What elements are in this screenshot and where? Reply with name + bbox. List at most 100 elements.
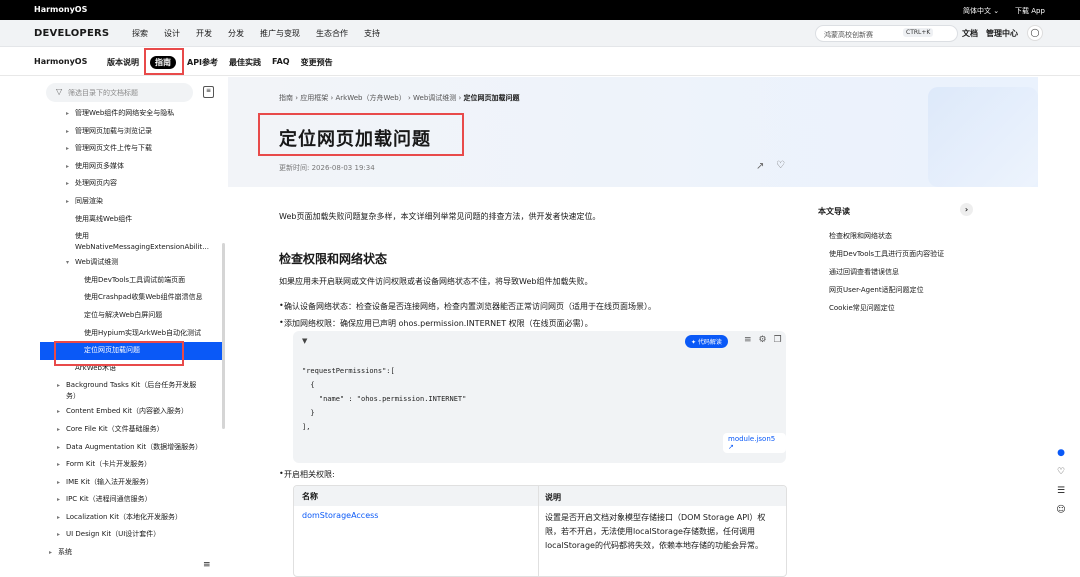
sidebar-item[interactable]: 使用DevTools工具调试前端页面	[40, 272, 225, 290]
sidebar-item[interactable]: 定位与解决Web白屏问题	[40, 307, 225, 325]
sidebar-item[interactable]: ▸ 管理Web组件的网络安全与隐私	[40, 105, 225, 123]
favorite-heart-icon[interactable]: ♡	[776, 160, 785, 171]
toc-item[interactable]: 通过回调查看错误信息	[818, 267, 978, 277]
toc-item[interactable]: 检查权限和网络状态	[818, 231, 978, 241]
language-selector[interactable]: 简体中文 ⌄	[963, 6, 999, 16]
tab-best-practices[interactable]: 最佳实践	[229, 57, 261, 70]
sidebar-item[interactable]: ▸ 管理网页文件上传与下载	[40, 140, 225, 158]
harmonyos-brand[interactable]: HarmonyOS	[34, 5, 87, 14]
breadcrumb-item[interactable]: Web调试维测	[413, 94, 456, 102]
search-input[interactable]: 鸿蒙高校创新赛 CTRL+K	[815, 25, 958, 42]
sidebar-collapse-icon[interactable]: ≡	[203, 86, 214, 98]
sidebar-item[interactable]: ▸ 处理网页内容	[40, 175, 225, 193]
layers-icon[interactable]: ☰	[1050, 482, 1072, 501]
tab-release-notes[interactable]: 版本说明	[107, 57, 139, 70]
chevron-right-icon[interactable]: ▸	[66, 105, 69, 123]
wrap-icon[interactable]: ≡	[744, 335, 759, 345]
sidebar-item[interactable]: 使用Crashpad收集Web组件崩溃信息	[40, 289, 225, 307]
smiley-icon[interactable]: ☺	[1050, 501, 1072, 520]
chevron-right-icon[interactable]: ▸	[57, 421, 60, 439]
share-icon[interactable]: ↗	[756, 161, 764, 172]
toc-item[interactable]: 使用DevTools工具进行页面内容验证	[818, 249, 978, 259]
sidebar-item-label: 使用网页多媒体	[75, 161, 124, 170]
chevron-right-icon[interactable]: ▸	[57, 491, 60, 509]
sidebar-item[interactable]: ▸ IPC Kit（进程间通信服务）	[40, 491, 225, 509]
sidebar-item[interactable]: ▸ Background Tasks Kit（后台任务开发服 务）	[40, 377, 225, 403]
tab-faq[interactable]: FAQ	[272, 57, 290, 70]
sidebar-item[interactable]: 使用离线Web组件	[40, 211, 225, 229]
breadcrumb-item[interactable]: 应用框架	[300, 94, 328, 102]
chevron-down-icon[interactable]: ▾	[66, 254, 69, 272]
chevron-right-icon[interactable]: ▸	[57, 439, 60, 457]
sidebar-item[interactable]: 使用Hypium实现ArkWeb自动化测试	[40, 325, 225, 343]
collapse-caret-icon[interactable]: ▼	[302, 337, 307, 345]
sidebar-filter-input[interactable]: ▽ 筛选目录下的文档标题	[46, 83, 193, 102]
docs-link[interactable]: 文档	[962, 28, 978, 39]
sidebar-item[interactable]: ▸ 管理网页加载与浏览记录	[40, 123, 225, 141]
code-file-link[interactable]: module.json5 ↗	[723, 433, 786, 453]
sidebar-item[interactable]: ▸ 同层渲染	[40, 193, 225, 211]
harmonyos-sub-logo[interactable]: HarmonyOS	[34, 57, 87, 66]
sidebar-item[interactable]: ▸ 使用网页多媒体	[40, 158, 225, 176]
feedback-icon[interactable]: ♡	[1050, 463, 1072, 482]
toc-expand-icon[interactable]: ›	[960, 203, 973, 216]
tab-change-notice[interactable]: 变更预告	[301, 57, 333, 70]
table-cell-name[interactable]: domStorageAccess	[302, 511, 378, 520]
section-heading: 检查权限和网络状态	[279, 252, 388, 266]
chevron-right-icon[interactable]: ▸	[66, 123, 69, 141]
copy-icon[interactable]: ❐	[774, 335, 789, 345]
header-menu: 探索 设计 开发 分发 推广与变现 生态合作 支持	[132, 28, 380, 39]
toc-item[interactable]: Cookie常见问题定位	[818, 303, 978, 313]
sidebar-item[interactable]: ▸ Core File Kit（文件基础服务）	[40, 421, 225, 439]
menu-ecosystem[interactable]: 生态合作	[316, 28, 348, 39]
sidebar-item[interactable]: ▸ Content Embed Kit（内容嵌入服务）	[40, 403, 225, 421]
chevron-right-icon[interactable]: ▸	[57, 403, 60, 421]
top-bar: HarmonyOS 简体中文 ⌄ 下载 App	[0, 0, 1080, 20]
sidebar-item-label: Data Augmentation Kit（数据增强服务）	[66, 442, 203, 451]
breadcrumb-item[interactable]: ArkWeb（方舟Web）	[336, 94, 406, 102]
table-of-contents: 本文导读 › 检查权限和网络状态 使用DevTools工具进行页面内容验证 通过回…	[818, 203, 978, 313]
menu-distribute[interactable]: 分发	[228, 28, 244, 39]
chevron-right-icon[interactable]: ▸	[49, 544, 52, 562]
developers-logo[interactable]: DEVELOPERS	[34, 28, 109, 39]
settings-icon[interactable]: ⚙	[759, 335, 774, 345]
table-header: 名称 说明	[294, 486, 786, 506]
table-cell-desc: 设置是否开启文档对象模型存储接口（DOM Storage API）权限，若不开启…	[545, 513, 766, 550]
sidebar-menu-icon[interactable]: ≡	[203, 560, 211, 570]
user-icon[interactable]: ◯	[1027, 25, 1043, 41]
sidebar-item[interactable]: ▸ IME Kit（输入法开发服务）	[40, 474, 225, 492]
sidebar-item[interactable]: ▸ Localization Kit（本地化开发服务）	[40, 509, 225, 527]
tab-api-reference[interactable]: API参考	[187, 57, 218, 70]
chevron-right-icon[interactable]: ▸	[57, 474, 60, 492]
chevron-right-icon[interactable]: ▸	[66, 158, 69, 176]
admin-center-link[interactable]: 管理中心	[986, 28, 1018, 39]
menu-explore[interactable]: 探索	[132, 28, 148, 39]
menu-support[interactable]: 支持	[364, 28, 380, 39]
menu-design[interactable]: 设计	[164, 28, 180, 39]
chevron-right-icon[interactable]: ▸	[57, 509, 60, 527]
sidebar-item-label: 处理网页内容	[75, 179, 117, 188]
sidebar-item[interactable]: ▸ 系统	[40, 544, 225, 562]
chevron-right-icon[interactable]: ▸	[57, 526, 60, 544]
table-row: domStorageAccess 设置是否开启文档对象模型存储接口（DOM St…	[294, 506, 786, 576]
code-explain-button[interactable]: ✦ 代码解读	[685, 335, 728, 348]
chevron-right-icon[interactable]: ▸	[57, 380, 60, 391]
chevron-right-icon[interactable]: ▸	[66, 140, 69, 158]
sidebar-item[interactable]: ▾ Web调试维测	[40, 254, 225, 272]
chevron-right-icon[interactable]: ▸	[57, 456, 60, 474]
download-app-link[interactable]: 下载 App	[1015, 6, 1045, 16]
sidebar-item[interactable]: ▸ UI Design Kit（UI设计套件）	[40, 526, 225, 544]
menu-develop[interactable]: 开发	[196, 28, 212, 39]
chevron-right-icon[interactable]: ▸	[66, 175, 69, 193]
breadcrumb-current: 定位网页加载问题	[463, 94, 520, 102]
menu-promote[interactable]: 推广与变现	[260, 28, 300, 39]
sidebar-item[interactable]: ▸ Form Kit（卡片开发服务）	[40, 456, 225, 474]
sidebar-item[interactable]: 使用 WebNativeMessagingExtensionAbilit...	[40, 228, 225, 254]
chevron-right-icon[interactable]: ▸	[66, 193, 69, 211]
sidebar-item[interactable]: ▸ Data Augmentation Kit（数据增强服务）	[40, 439, 225, 457]
assistant-icon[interactable]: ●	[1050, 444, 1072, 463]
table-header-name: 名称	[302, 492, 318, 501]
sidebar-scrollbar[interactable]	[222, 243, 225, 429]
breadcrumb-item[interactable]: 指南	[279, 94, 293, 102]
toc-item[interactable]: 网页User-Agent适配问题定位	[818, 285, 978, 295]
